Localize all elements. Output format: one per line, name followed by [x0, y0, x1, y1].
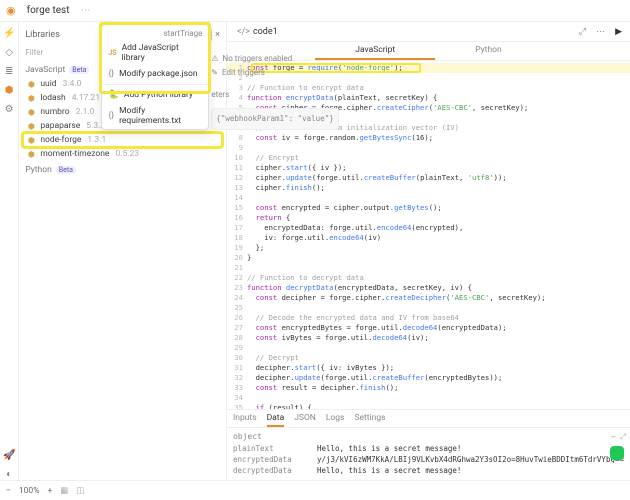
zoom-out-button[interactable]: −	[6, 486, 11, 496]
tab-code1[interactable]: </> code1	[233, 25, 282, 39]
rail-diamond-icon[interactable]: ◇	[5, 47, 13, 58]
py-section-label: Python	[25, 165, 51, 175]
rail-gear-icon[interactable]: ⚙	[5, 104, 14, 115]
rail-bolt-icon[interactable]: ⚡	[3, 28, 15, 39]
package-icon: ⬢	[26, 107, 36, 117]
output-tab-json[interactable]: JSON	[294, 413, 316, 427]
output-tab-inputs[interactable]: Inputs	[233, 413, 257, 427]
menu-add-py[interactable]: 🐍Add Python library	[102, 87, 208, 103]
add-library-menu: startTriage JSAdd JavaScript library {}M…	[101, 24, 209, 130]
braces-icon: {}	[108, 111, 114, 121]
js-icon: JS	[108, 49, 116, 57]
package-icon: ⬢	[26, 121, 36, 131]
menu-modify-reqs[interactable]: {}Modify requirements.txt	[102, 103, 208, 129]
output-tab-data[interactable]: Data	[267, 413, 285, 427]
output-more-icon[interactable]: ⋯ ⤢	[611, 432, 626, 442]
zoom-level: 100%	[19, 486, 40, 496]
output-row: decryptedDataHello, this is a secret mes…	[233, 465, 624, 476]
rail-rocket-icon[interactable]: 🚀	[3, 450, 15, 461]
output-row: encryptedDatay/j3/kVI6zWM7KkA/LBIj9VLKvb…	[233, 454, 624, 465]
output-panel: object plainTextHello, this is a secret …	[227, 427, 630, 480]
logo-icon: ◉	[6, 4, 16, 17]
zoom-in-button[interactable]: +	[47, 486, 52, 496]
code-icon: </>	[237, 27, 250, 37]
package-icon: ⬢	[26, 135, 36, 145]
lib-item-moment-timezone[interactable]: ⬢moment-timezone0.5.23	[23, 147, 222, 161]
more-icon[interactable]: ⋯	[81, 5, 91, 16]
assistant-badge-icon[interactable]	[610, 446, 624, 460]
python-icon: 🐍	[108, 90, 119, 100]
more-icon[interactable]: ⋯	[594, 27, 607, 37]
package-icon: ⬢	[26, 79, 36, 89]
output-tab-settings[interactable]: Settings	[354, 413, 385, 427]
rail-db-icon[interactable]: ≣	[5, 66, 13, 77]
braces-icon: {}	[108, 69, 114, 79]
lang-tab-py[interactable]: Python	[435, 42, 541, 60]
output-row: plainTextHello, this is a secret message…	[233, 443, 624, 454]
trigger-panel-partial: ⚠No triggers enabled ✎Edit triggers eter…	[211, 52, 338, 130]
menu-modify-pkgjson[interactable]: {}Modify package.json	[102, 66, 208, 82]
grid-icon[interactable]: ▦	[60, 486, 68, 496]
output-tab-logs[interactable]: Logs	[326, 413, 345, 427]
beta-badge: Beta	[69, 66, 89, 74]
lib-item-node-forge[interactable]: ⬢node-forge1.3.1	[23, 133, 222, 147]
close-panel-icon[interactable]: ×	[215, 30, 220, 40]
rail-box-icon[interactable]: ⬢	[5, 85, 14, 96]
output-type: object	[233, 432, 624, 441]
package-icon: ⬢	[26, 149, 36, 159]
run-button[interactable]: ▶	[613, 27, 624, 37]
js-section-label: JavaScript	[25, 65, 65, 75]
libraries-heading: Libraries	[25, 30, 60, 40]
app-title[interactable]: forge test	[22, 2, 75, 19]
menu-header: startTriage	[102, 25, 208, 40]
layout-icon[interactable]: ◫	[76, 486, 84, 496]
pencil-icon: ✎	[211, 66, 218, 80]
collapse-icon[interactable]: ⤢	[577, 27, 588, 37]
package-icon: ⬢	[26, 93, 36, 103]
menu-add-js[interactable]: JSAdd JavaScript library	[102, 40, 208, 66]
rail-clock-icon[interactable]: ◐	[6, 469, 12, 480]
beta-badge: Beta	[56, 166, 76, 174]
warn-icon: ⚠	[211, 52, 218, 66]
